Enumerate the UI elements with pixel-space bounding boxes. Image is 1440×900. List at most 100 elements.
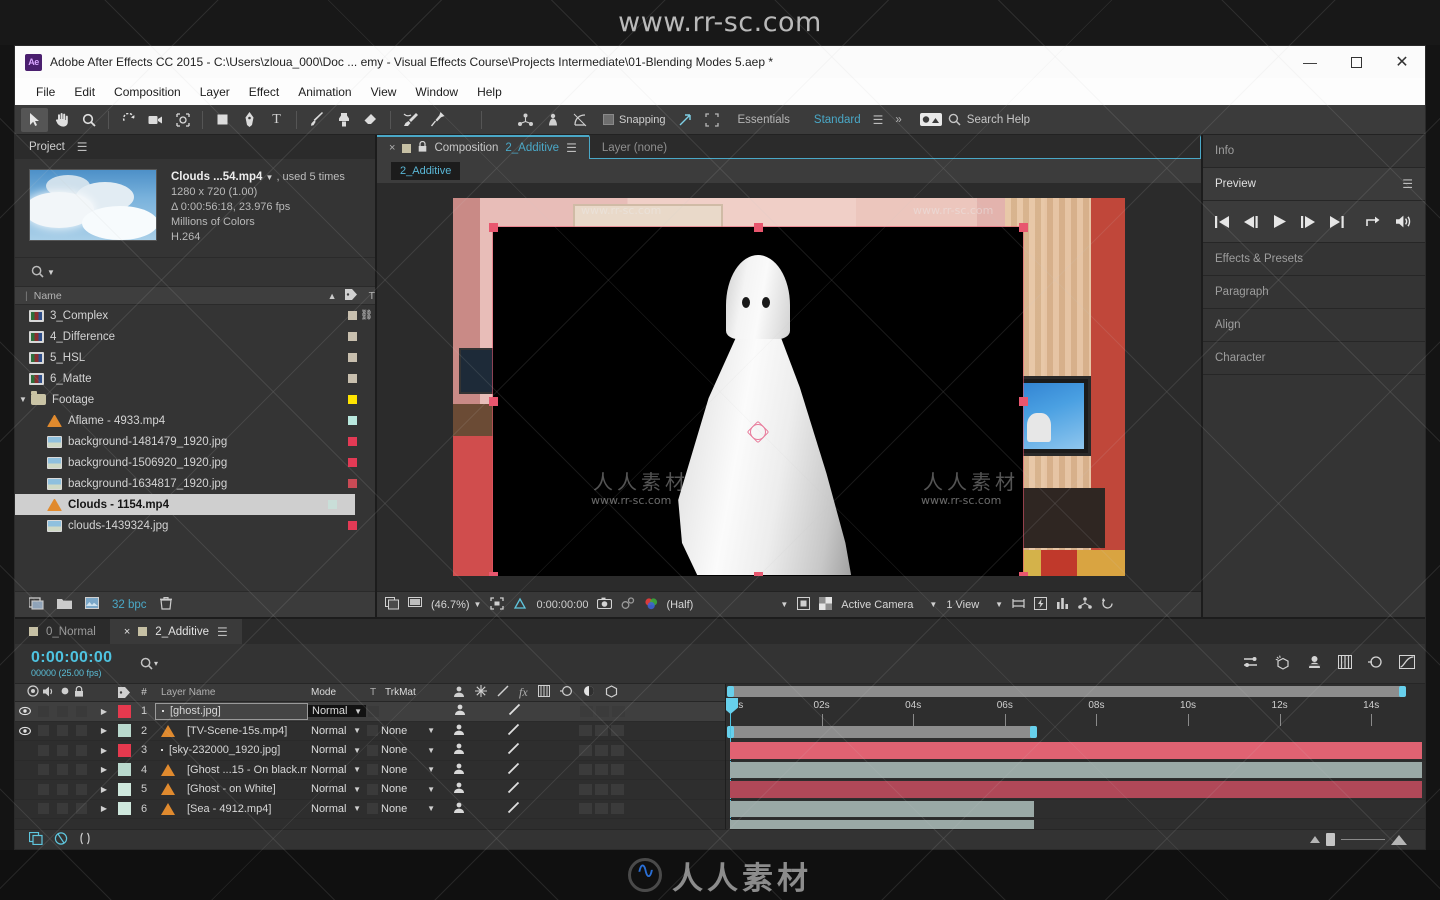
solo-toggle[interactable]	[53, 705, 72, 717]
selection-handle[interactable]	[754, 572, 763, 576]
label-color-swatch[interactable]	[348, 311, 357, 320]
label-color-swatch[interactable]	[348, 374, 357, 383]
motion-blur-icon[interactable]	[1368, 655, 1383, 672]
timeline-track-row[interactable]	[726, 741, 1425, 761]
label-color-swatch[interactable]	[348, 353, 357, 362]
mute-audio-button[interactable]	[1396, 215, 1413, 228]
workspace-overflow[interactable]: »	[883, 114, 913, 126]
layer-switches[interactable]	[444, 703, 574, 719]
panel-character[interactable]: Character	[1203, 342, 1425, 375]
quality-switch-icon[interactable]	[507, 742, 520, 758]
project-item[interactable]: Aflame - 4933.mp4	[15, 410, 375, 431]
chevron-down-icon[interactable]: ▼	[353, 804, 361, 813]
timeline-track-row[interactable]	[726, 761, 1425, 780]
minimize-button[interactable]: —	[1287, 46, 1333, 78]
label-color-swatch[interactable]	[328, 500, 337, 509]
pixel-aspect-icon[interactable]	[1012, 597, 1025, 613]
audio-toggle[interactable]	[34, 783, 53, 795]
snapping-bounds-icon[interactable]	[699, 108, 726, 132]
type-tool[interactable]: T	[263, 108, 290, 132]
project-item[interactable]: clouds-1439324.jpg	[15, 515, 375, 536]
region-of-interest-icon[interactable]	[490, 596, 505, 613]
project-item[interactable]: 3_Complex ⛓	[15, 305, 375, 326]
view-layout-control[interactable]: 1 View ▼	[946, 599, 1003, 611]
selection-handle[interactable]	[1019, 397, 1028, 406]
grid-guides-icon[interactable]	[513, 597, 527, 613]
first-frame-button[interactable]	[1215, 215, 1230, 228]
layer-expand-triangle-icon[interactable]: ▶	[93, 804, 115, 813]
chevron-down-icon[interactable]: ▾	[154, 659, 158, 668]
hide-shy-layers-icon[interactable]	[1307, 655, 1322, 672]
flowchart-icon[interactable]: ⛓	[360, 310, 373, 321]
parent-cell[interactable]	[573, 744, 725, 756]
label-color-swatch[interactable]	[348, 458, 357, 467]
resolution-control[interactable]: (Half)	[666, 599, 693, 611]
zoom-slider-handle[interactable]	[1326, 833, 1335, 846]
preserve-transparency-toggle[interactable]	[366, 705, 382, 717]
solo-toggle[interactable]	[53, 744, 72, 756]
search-dropdown-icon[interactable]: ▼	[47, 268, 55, 277]
chevron-down-icon[interactable]: ▼	[427, 785, 435, 794]
project-item[interactable]: background-1506920_1920.jpg	[15, 452, 375, 473]
label-color-swatch[interactable]	[348, 437, 357, 446]
timeline-track-row[interactable]	[726, 780, 1425, 800]
audio-toggle[interactable]	[34, 764, 53, 776]
graph-editor-icon[interactable]	[1399, 655, 1415, 672]
rotation-tool[interactable]	[115, 108, 142, 132]
chevron-down-icon[interactable]: ▼	[427, 765, 435, 774]
workspace-standard[interactable]: Standard	[802, 114, 873, 126]
layer-duration-bar[interactable]	[730, 781, 1422, 798]
chevron-down-icon[interactable]: ▼	[353, 726, 361, 735]
project-settings-icon[interactable]	[85, 597, 99, 612]
project-search-row[interactable]: ▼	[15, 257, 375, 287]
current-time-field[interactable]: 0:00:00:00 00000 (25.00 fps)	[15, 649, 135, 678]
zoom-out-icon[interactable]	[1310, 836, 1320, 843]
quality-switch-icon[interactable]	[508, 703, 521, 719]
solo-toggle[interactable]	[53, 725, 72, 737]
pen-tool[interactable]	[236, 108, 263, 132]
chevron-down-icon[interactable]: ▼	[354, 707, 362, 716]
blending-mode-select[interactable]: Normal ▼	[307, 744, 365, 756]
new-comp-icon[interactable]	[28, 596, 44, 613]
mask-feather-tool[interactable]	[566, 108, 593, 132]
toggle-switches-modes-icon[interactable]	[28, 831, 43, 848]
parent-cell[interactable]	[573, 725, 725, 737]
puppet-starch-tool[interactable]	[512, 108, 539, 132]
layer-switches[interactable]	[443, 723, 573, 739]
label-color-swatch[interactable]	[348, 332, 357, 341]
lock-toggle[interactable]	[72, 725, 91, 737]
current-time-display[interactable]: 0:00:00:00	[536, 599, 588, 611]
solo-toggle[interactable]	[53, 764, 72, 776]
selection-tool[interactable]	[21, 107, 48, 132]
snapping-arrow-icon[interactable]	[672, 108, 699, 132]
shy-switch-icon[interactable]	[453, 763, 465, 777]
composition-stage[interactable]: www.rr-sc.com www.rr-sc.com 人人素材 人人素材 ww…	[453, 198, 1125, 576]
blending-mode-select[interactable]: Normal ▼	[307, 764, 365, 776]
close-tab-icon[interactable]: ×	[124, 626, 130, 638]
frame-blending-icon[interactable]	[1338, 655, 1352, 672]
blending-mode-select[interactable]: Normal ▼	[307, 803, 365, 815]
track-matte-select[interactable]: None ▼	[381, 764, 443, 776]
label-color-swatch[interactable]	[348, 479, 357, 488]
preserve-transparency-toggle[interactable]	[365, 783, 381, 795]
layer-duration-bar[interactable]	[730, 742, 1422, 759]
menu-layer[interactable]: Layer	[191, 82, 239, 102]
new-folder-icon[interactable]	[57, 597, 72, 612]
panel-effects-presets[interactable]: Effects & Presets	[1203, 243, 1425, 276]
audio-toggle[interactable]	[34, 725, 53, 737]
blending-mode-select[interactable]: Normal ▼	[308, 705, 366, 718]
delete-icon[interactable]	[159, 596, 172, 613]
puppet-overlap-tool[interactable]	[539, 108, 566, 132]
timeline-ruler[interactable]: 02s 04s 06s 08s 10s 12s 14s 0s	[726, 700, 1425, 728]
timeline-track-rows[interactable]	[726, 741, 1425, 829]
composition-panel-menu-icon[interactable]: ☰	[566, 141, 577, 155]
chevron-down-icon[interactable]: ▼	[929, 600, 937, 609]
chevron-down-icon[interactable]: ▼	[427, 726, 435, 735]
parent-cell[interactable]	[573, 783, 725, 795]
layer-switches[interactable]	[443, 762, 573, 778]
layer-expand-triangle-icon[interactable]: ▶	[93, 746, 115, 755]
draft-3d-icon[interactable]	[1275, 654, 1291, 673]
blending-mode-select[interactable]: Normal ▼	[307, 725, 365, 737]
workspace-essentials[interactable]: Essentials	[726, 114, 802, 126]
shy-switch-icon[interactable]	[454, 704, 466, 718]
